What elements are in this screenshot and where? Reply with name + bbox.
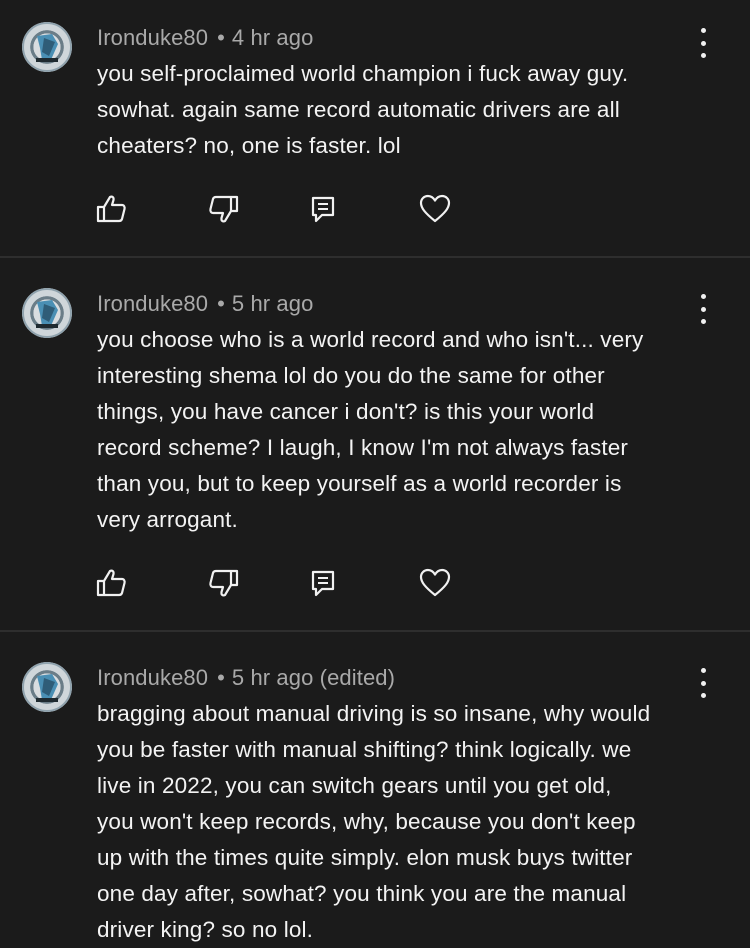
comment-line: live in 2022, you can switch gears until… <box>97 773 612 798</box>
reply-icon <box>311 570 335 597</box>
comment-line: interesting shema lol do you do the same… <box>97 363 605 388</box>
thumbs-up-icon <box>96 569 126 597</box>
thumbs-down-icon <box>209 569 239 597</box>
reply-button[interactable] <box>306 566 340 600</box>
thumbs-down-icon <box>209 195 239 223</box>
heart-icon <box>419 568 451 597</box>
comment-line: driver king? so no lol. <box>97 917 314 942</box>
comment-line: bragging about manual driving is so insa… <box>97 701 651 726</box>
dislike-button[interactable] <box>207 566 241 600</box>
author-name[interactable]: Ironduke80 <box>97 665 208 690</box>
timestamp: 4 hr ago <box>231 25 314 50</box>
avatar[interactable] <box>22 288 72 338</box>
timestamp: 5 hr ago (edited) <box>231 665 396 690</box>
more-options-icon[interactable] <box>693 28 713 58</box>
timestamp: 5 hr ago <box>231 291 314 316</box>
comment-line: you self-proclaimed world champion i fuc… <box>97 61 629 86</box>
comment-text: you choose who is a world record and who… <box>97 322 727 538</box>
comment-line: you be faster with manual shifting? thin… <box>97 737 632 762</box>
comment-divider <box>0 630 750 632</box>
comment-line: you won't keep records, why, because you… <box>97 809 636 834</box>
like-button[interactable] <box>94 192 128 226</box>
comment-divider <box>0 256 750 258</box>
thumbs-up-icon <box>96 195 126 223</box>
comment-line: one day after, sowhat? you think you are… <box>97 881 627 906</box>
separator-dot: • <box>217 291 225 316</box>
comment-meta: Ironduke80 • 4 hr ago <box>97 25 313 51</box>
comment-text: bragging about manual driving is so insa… <box>97 696 727 948</box>
comment-line: cheaters? no, one is faster. lol <box>97 133 401 158</box>
separator-dot: • <box>217 25 225 50</box>
comment-line: than you, but to keep yourself as a worl… <box>97 471 622 496</box>
heart-icon <box>419 194 451 223</box>
heart-button[interactable] <box>418 192 452 226</box>
comment-line: you choose who is a world record and who… <box>97 327 644 352</box>
reply-icon <box>311 196 335 223</box>
like-button[interactable] <box>94 566 128 600</box>
comment-line: record scheme? I laugh, I know I'm not a… <box>97 435 629 460</box>
comment-line: up with the times quite simply. elon mus… <box>97 845 633 870</box>
comment-text: you self-proclaimed world champion i fuc… <box>97 56 727 164</box>
comment-line: things, you have cancer i don't? is this… <box>97 399 595 424</box>
reply-button[interactable] <box>306 192 340 226</box>
more-options-icon[interactable] <box>693 668 713 698</box>
comment-meta: Ironduke80 • 5 hr ago (edited) <box>97 665 395 691</box>
avatar[interactable] <box>22 22 72 72</box>
comment-line: sowhat. again same record automatic driv… <box>97 97 620 122</box>
comment-line: very arrogant. <box>97 507 238 532</box>
dislike-button[interactable] <box>207 192 241 226</box>
heart-button[interactable] <box>418 566 452 600</box>
more-options-icon[interactable] <box>693 294 713 324</box>
comment-meta: Ironduke80 • 5 hr ago <box>97 291 313 317</box>
author-name[interactable]: Ironduke80 <box>97 25 208 50</box>
separator-dot: • <box>217 665 225 690</box>
author-name[interactable]: Ironduke80 <box>97 291 208 316</box>
avatar[interactable] <box>22 662 72 712</box>
